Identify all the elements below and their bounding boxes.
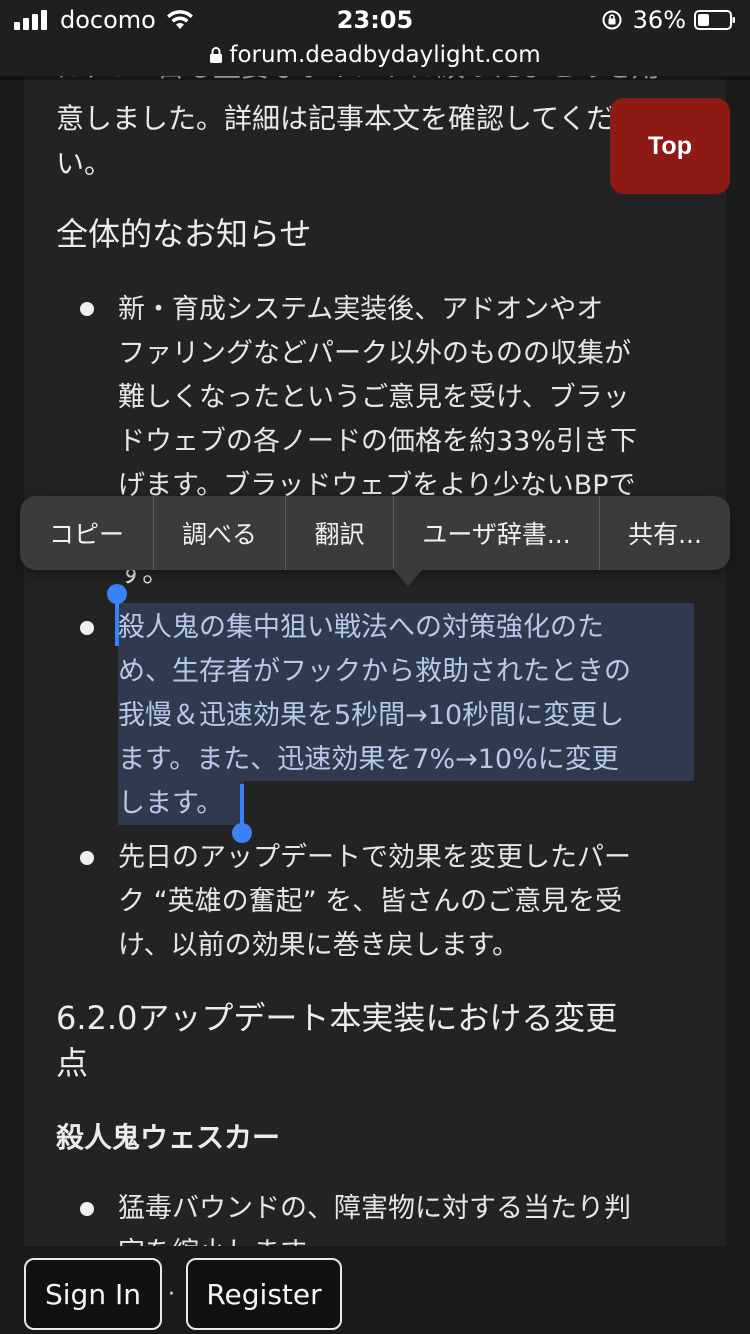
bullet-dot [80,851,94,865]
bullet2-line-5[interactable]: します。 [118,782,698,827]
orientation-lock-icon [602,10,622,30]
bullet3-line-3: け、以前の効果に巻き戻します。 [118,930,519,961]
bullet1-line-1: 新・育成システム実装後、アドオンやオ [118,294,604,325]
battery-percentage: 36% [632,6,686,34]
bullet2-line-3[interactable]: 我慢＆迅速効果を5秒間→10秒間に変更し [118,694,698,739]
menu-look-up[interactable]: 調べる [154,496,286,570]
bullet1-line-4: ドウェブの各ノードの価格を約33%引き下 [118,426,638,457]
bullet4-line-1: 猛毒バウンドの、障害物に対する当たり判 [118,1193,631,1224]
bullet-dot [80,302,94,316]
menu-share[interactable]: 共有... [600,496,730,570]
menu-user-dictionary[interactable]: ユーザ辞書... [394,496,600,570]
separator-dot: · [168,1282,175,1307]
url-text: forum.deadbydaylight.com [229,42,541,68]
article-content: に、7つ目も重要なポイントに絞ったまとめを用 意しました。詳細は記事本文を確認し… [24,40,726,1300]
lock-icon [210,47,223,63]
intro-line-1: 意しました。詳細は記事本文を確認してくださ [56,102,643,135]
bullet3-line-2: ク “英雄の奮起” を、皆さんのご意見を受 [118,886,623,917]
intro-line-2: い。 [56,147,113,180]
menu-translate[interactable]: 翻訳 [286,496,394,570]
register-button[interactable]: Register [186,1258,342,1330]
bullet2-line-2[interactable]: め、生存者がフックから救助されたときの [118,650,698,695]
scroll-to-top-button[interactable]: Top [610,98,730,194]
text-selection-menu: コピー 調べる 翻訳 ユーザ辞書... 共有... [20,496,730,570]
menu-copy[interactable]: コピー [20,496,154,570]
battery-icon [694,10,735,30]
sign-in-button[interactable]: Sign In [24,1258,162,1330]
selection-start-handle[interactable] [107,584,127,604]
bullet1-line-3: 難しくなったというご意見を受け、ブラッ [118,382,630,413]
page: docomo 23:05 36% forum.deadbydaylight.co… [0,0,750,1334]
status-bar: docomo 23:05 36% [0,0,750,40]
bullet2-line-1[interactable]: 殺人鬼の集中狙い戦法への対策強化のた [118,606,698,651]
bullet3-line-1: 先日のアップデートで効果を変更したパー [118,842,631,873]
section-heading-update: 6.2.0アップデート本実装における変更 [56,999,618,1037]
url-bar[interactable]: forum.deadbydaylight.com [0,40,750,76]
bullet1-line-2: ファリングなどパーク以外のものの収集が [118,338,631,369]
status-right: 36% [601,6,736,34]
bullet-dot [80,621,94,635]
section-heading-general: 全体的なお知らせ [56,215,312,253]
bullet-dot [80,1202,94,1216]
bottom-auth-bar: Sign In · Register [0,1246,750,1334]
menu-pointer-arrow [392,568,424,586]
section-heading-update-line2: 点 [56,1044,89,1082]
url-bar-shadow [0,76,750,80]
bullet2-line-4[interactable]: ます。また、迅速効果を7%→10%に変更 [118,738,698,783]
killer-heading: 殺人鬼ウェスカー [56,1121,281,1154]
